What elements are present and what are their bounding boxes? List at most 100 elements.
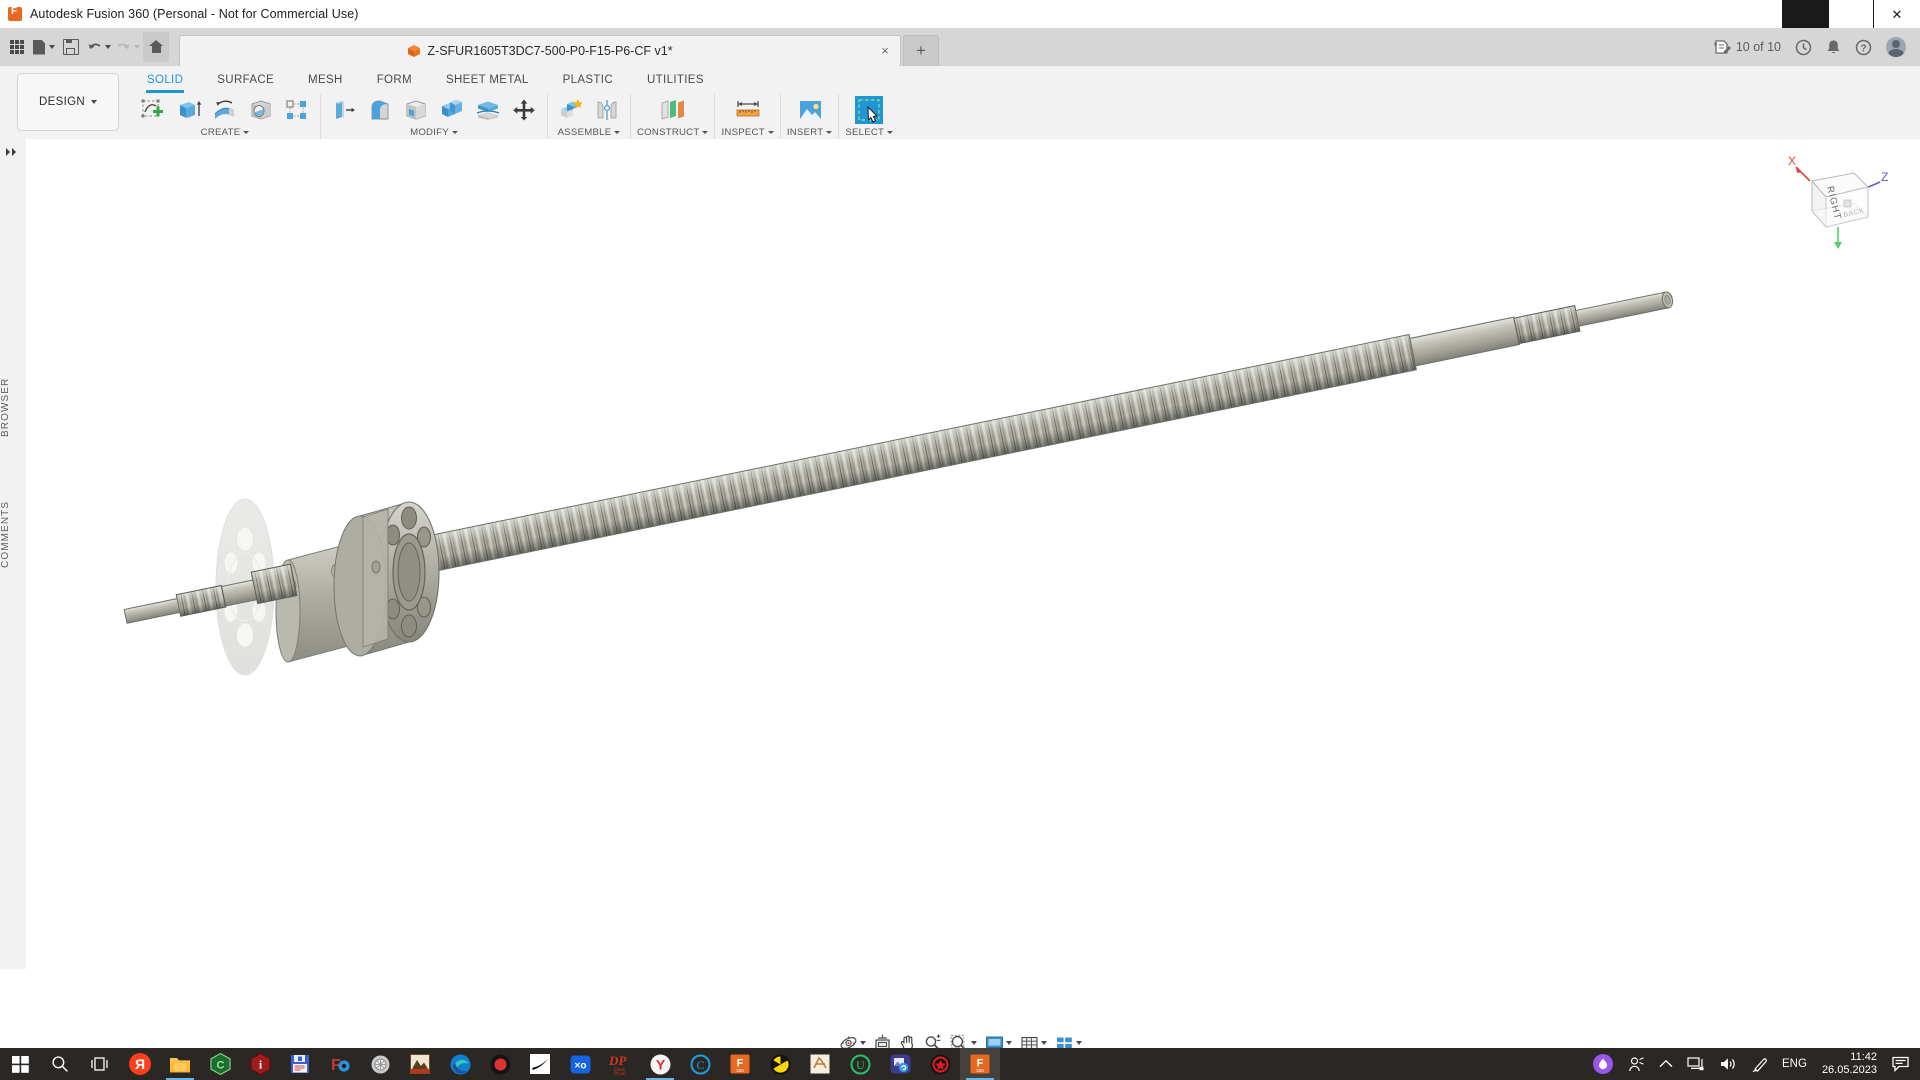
hole-icon[interactable] [244,94,278,126]
extrude-icon[interactable] [172,94,206,126]
close-button[interactable]: ✕ [1874,0,1920,28]
minimize-button[interactable] [1782,0,1828,28]
joint-icon[interactable] [590,94,624,126]
save-button[interactable] [58,32,84,62]
people-icon[interactable] [1621,1048,1652,1080]
panel-inspect-label[interactable]: INSPECT [721,126,774,139]
search-icon[interactable] [40,1048,80,1080]
c-hexagon-icon[interactable]: C [200,1048,240,1080]
chevron-down-icon [1040,1041,1047,1045]
home-icon [148,40,164,54]
app-grid-icon[interactable] [4,32,30,62]
alice-assistant-icon[interactable] [1585,1048,1621,1080]
sidebar-item-browser[interactable]: BROWSER [0,367,26,447]
quick-access-toolbar [0,28,169,66]
deskprota-icon[interactable]: DP Desk Proto [600,1048,640,1080]
sidebar-item-comments[interactable]: COMMENTS [0,489,26,579]
chevron-down-icon [105,45,111,49]
language-indicator[interactable]: ENG [1775,1048,1814,1080]
task-view-icon[interactable] [80,1048,120,1080]
redo-button[interactable] [114,32,142,62]
svg-text:360: 360 [736,1068,744,1073]
model-canvas[interactable]: X Z RIGHT BACK [26,139,1920,1019]
svg-text:C: C [696,1058,704,1072]
maximize-button[interactable] [1828,0,1874,29]
floppy-save-icon[interactable] [280,1048,320,1080]
fillet-icon[interactable] [363,94,397,126]
move-copy-icon[interactable] [507,94,541,126]
panel-construct-label[interactable]: CONSTRUCT [637,126,709,139]
network-icon[interactable] [1680,1048,1712,1080]
fusion360-taskbar-icon[interactable]: F 360 [720,1048,760,1080]
xo-app-icon[interactable]: ×o [560,1048,600,1080]
svg-text:C: C [216,1059,224,1071]
panel-create: CREATE [130,94,321,139]
archive-manager-icon[interactable] [400,1048,440,1080]
home-button[interactable] [143,32,169,62]
u-circle-icon[interactable]: U [840,1048,880,1080]
history-button[interactable] [1789,32,1818,62]
workspace-label: DESIGN [39,96,85,108]
new-component-icon[interactable] [554,94,588,126]
windows-start-icon[interactable] [0,1048,40,1080]
pattern-icon[interactable] [280,94,314,126]
window-title: Autodesk Fusion 360 (Personal - Not for … [30,7,359,21]
show-hidden-icons-chevron[interactable] [1652,1048,1680,1080]
workspace-switcher[interactable]: DESIGN [17,73,119,131]
offset-plane-icon[interactable] [656,94,690,126]
press-pull-icon[interactable] [327,94,361,126]
tab-mesh[interactable]: MESH [291,66,360,93]
help-button[interactable]: ? [1849,32,1878,62]
photo-sync-icon[interactable] [880,1048,920,1080]
copyright-c-icon[interactable]: C [680,1048,720,1080]
info-hexagon-icon[interactable]: i [240,1048,280,1080]
yandex-y-icon[interactable]: Y [640,1048,680,1080]
clock[interactable]: 11:42 26.05.2023 [1814,1048,1885,1080]
notifications-button[interactable] [1820,32,1847,62]
undo-button[interactable] [85,32,113,62]
file-explorer-icon[interactable] [160,1048,200,1080]
create-sketch-icon[interactable] [136,94,170,126]
select-window-icon[interactable] [852,94,886,126]
panel-create-label[interactable]: CREATE [201,126,250,139]
account-button[interactable] [1880,32,1912,62]
shell-icon[interactable] [399,94,433,126]
document-tab-close-icon[interactable]: × [878,44,892,58]
action-center-icon[interactable] [1885,1048,1916,1080]
panel-modify-title: MODIFY [410,127,449,138]
revolve-icon[interactable] [208,94,242,126]
record-app-icon[interactable] [480,1048,520,1080]
tab-sheet-metal[interactable]: SHEET METAL [429,66,546,93]
panel-modify-label[interactable]: MODIFY [410,126,458,139]
tab-form[interactable]: FORM [360,66,429,93]
panel-select-label[interactable]: SELECT [845,126,894,139]
double-chevron-right-icon[interactable] [5,147,19,157]
sketch-ribbon-icon[interactable] [800,1048,840,1080]
pen-icon[interactable] [1744,1048,1775,1080]
combine-icon[interactable] [435,94,469,126]
edge-browser-icon[interactable] [440,1048,480,1080]
volume-icon[interactable] [1712,1048,1744,1080]
swoosh-app-icon[interactable] [520,1048,560,1080]
new-tab-button[interactable]: + [903,35,939,66]
radiation-app-icon[interactable] [760,1048,800,1080]
clock-date: 26.05.2023 [1821,1064,1877,1076]
split-face-icon[interactable] [471,94,505,126]
new-file-button[interactable] [31,32,57,62]
gear-globe-icon[interactable] [360,1048,400,1080]
panel-select-title: SELECT [845,127,885,138]
insert-image-icon[interactable] [793,94,827,126]
document-tab[interactable]: Z-SFUR1605T3DC7-500-P0-F15-P6-CF v1* × [179,35,901,66]
job-status-button[interactable]: 10 of 10 [1708,32,1787,62]
yandex-browser-icon[interactable]: Я [120,1048,160,1080]
measure-icon[interactable] [731,94,765,126]
panel-insert-label[interactable]: INSERT [787,126,833,139]
tab-plastic[interactable]: PLASTIC [546,66,630,93]
foxit-gear-icon[interactable]: F [320,1048,360,1080]
tab-surface[interactable]: SURFACE [200,66,291,93]
tab-utilities[interactable]: UTILITIES [630,66,721,93]
red-gear-icon[interactable] [920,1048,960,1080]
tab-solid[interactable]: SOLID [130,66,200,93]
panel-assemble-label[interactable]: ASSEMBLE [558,126,621,139]
fusion360-active-icon[interactable]: F 360 [960,1048,1000,1080]
